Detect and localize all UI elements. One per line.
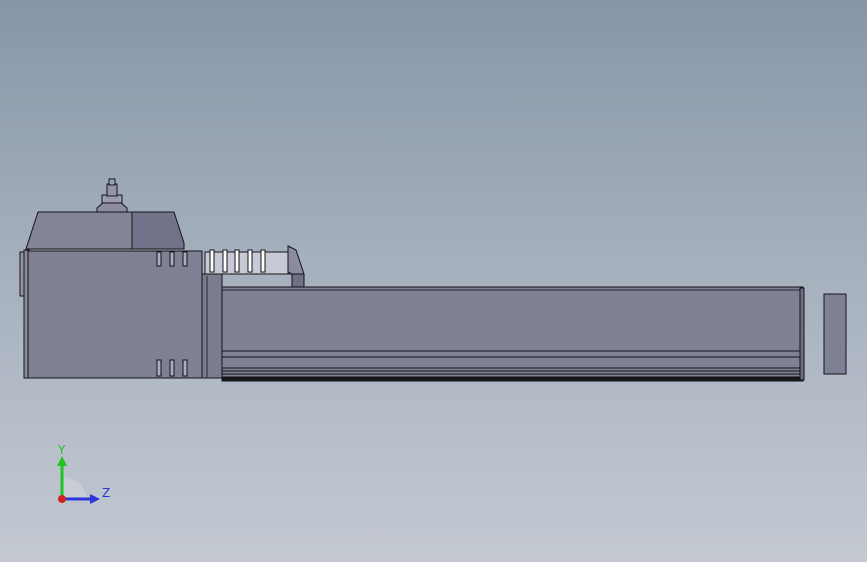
cable-connector xyxy=(96,178,128,213)
coupling-housing xyxy=(201,273,223,379)
triad-origin-x-axis xyxy=(58,495,66,503)
y-axis-label: Y xyxy=(57,443,66,457)
motor-vent-slots-bottom xyxy=(156,359,188,377)
coordinate-triad: Y Z xyxy=(57,443,110,504)
motor-top-cover xyxy=(25,211,185,250)
rail-end-cap xyxy=(823,293,847,375)
motor-vent-slots-top xyxy=(156,251,188,267)
rail-end-plate xyxy=(799,287,805,381)
cad-graphics-viewport[interactable]: Y Z xyxy=(0,0,867,562)
motor-housing xyxy=(27,250,203,379)
z-axis-label: Z xyxy=(102,486,110,500)
actuator-model-side-view[interactable] xyxy=(0,0,867,562)
linear-rail-body xyxy=(221,286,804,380)
